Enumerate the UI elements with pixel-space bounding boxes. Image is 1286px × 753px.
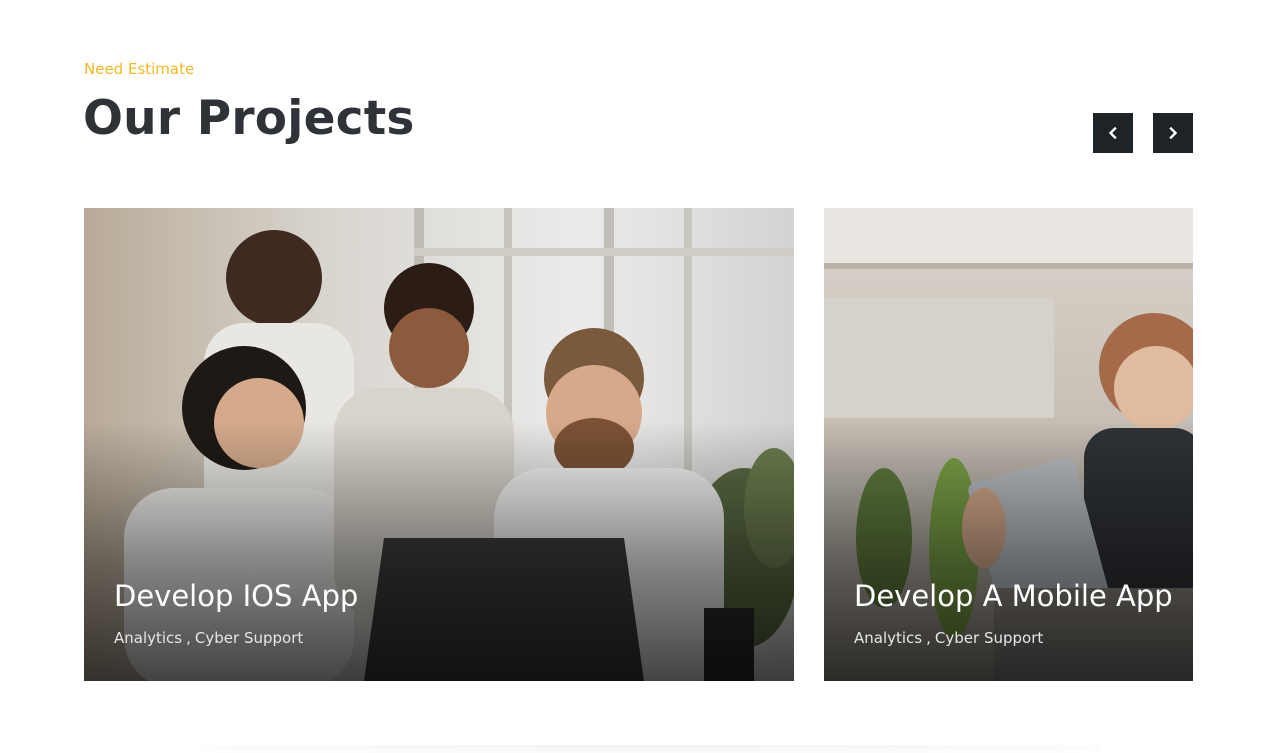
chevron-right-icon (1169, 127, 1178, 139)
chevron-left-icon (1108, 127, 1117, 139)
project-tags: Analytics, Cyber Support (854, 629, 1044, 647)
project-card[interactable]: Develop A Mobile App Analytics, Cyber Sup… (824, 208, 1193, 681)
project-tag[interactable]: Analytics (854, 629, 922, 647)
project-tags: Analytics, Cyber Support (114, 629, 304, 647)
project-title[interactable]: Develop IOS App (114, 579, 358, 613)
project-tag[interactable]: Cyber Support (195, 629, 303, 647)
carousel-next-button[interactable] (1153, 113, 1193, 153)
section-title: Our Projects (83, 91, 415, 146)
carousel-prev-button[interactable] (1093, 113, 1133, 153)
section-divider-shadow (200, 745, 1100, 753)
project-tag[interactable]: Cyber Support (935, 629, 1043, 647)
projects-carousel: Develop IOS App Analytics,Cyber Support (84, 208, 1193, 681)
project-title[interactable]: Develop A Mobile App (854, 579, 1173, 613)
section-eyebrow: Need Estimate (84, 60, 195, 78)
project-tag[interactable]: Analytics (114, 629, 182, 647)
projects-section: Need Estimate Our Projects Develop IOS A… (0, 0, 1286, 753)
project-card[interactable]: Develop IOS App Analytics, Cyber Support (84, 208, 794, 681)
